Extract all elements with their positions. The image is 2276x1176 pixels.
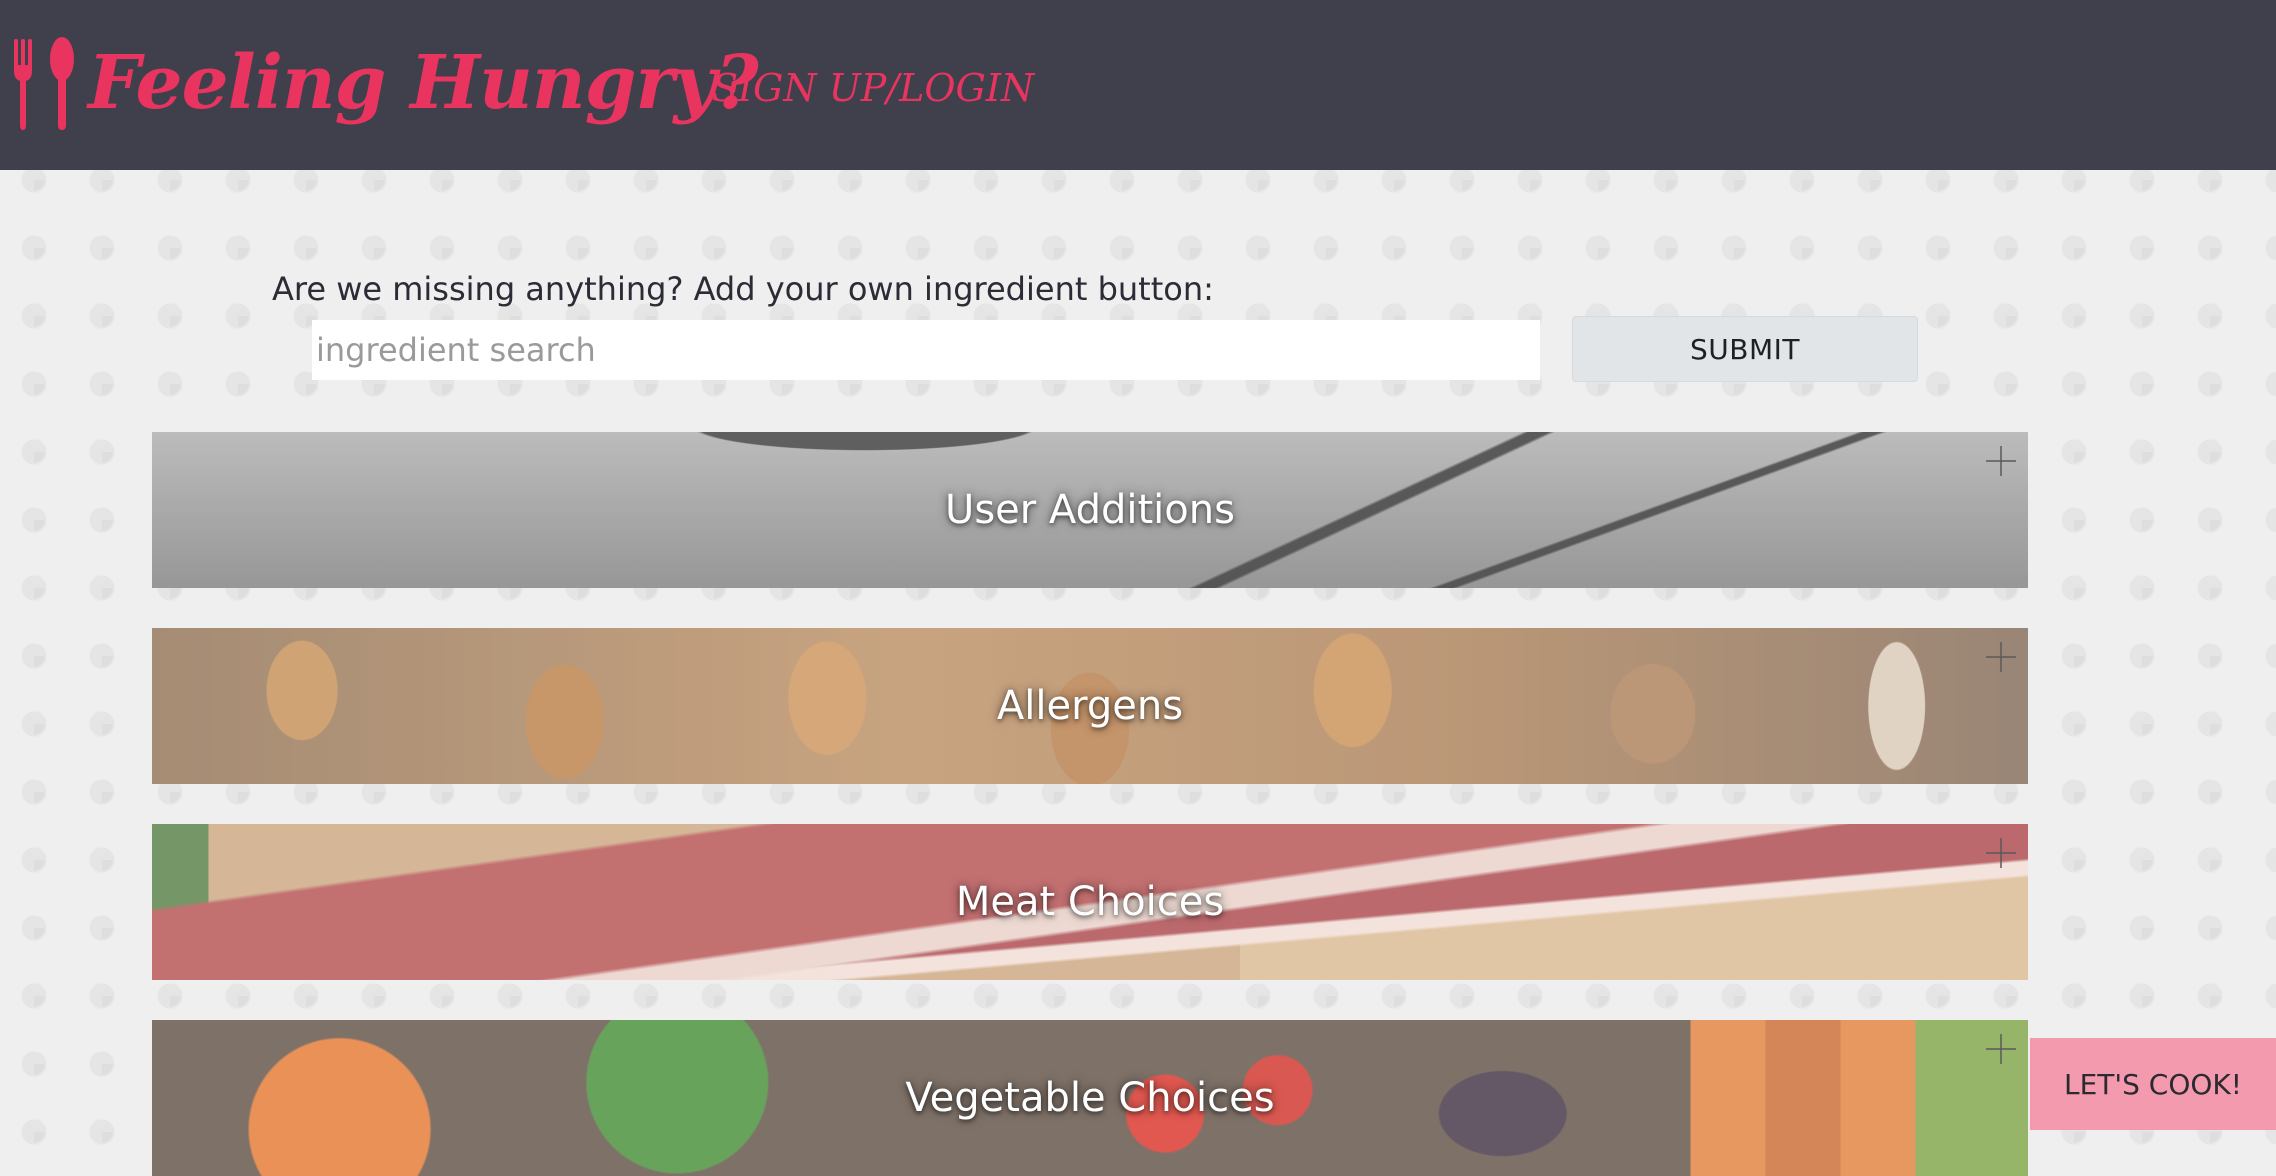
category-label: Allergens — [996, 683, 1184, 729]
category-user-additions[interactable]: User Additions — [152, 432, 2028, 588]
category-label: User Additions — [945, 487, 1235, 533]
brand[interactable]: Feeling Hungry? — [10, 28, 759, 138]
category-meat-choices[interactable]: Meat Choices — [152, 824, 2028, 980]
plus-icon[interactable] — [1986, 446, 2016, 476]
top-navbar: Feeling Hungry? SIGN UP/LOGIN — [0, 0, 2276, 170]
signup-login-link[interactable]: SIGN UP/LOGIN — [712, 66, 1034, 110]
add-ingredient-prompt: Are we missing anything? Add your own in… — [272, 270, 1214, 308]
brand-title: Feeling Hungry? — [88, 40, 759, 126]
plus-icon[interactable] — [1986, 838, 2016, 868]
category-label: Vegetable Choices — [905, 1075, 1275, 1121]
plus-icon[interactable] — [1986, 642, 2016, 672]
category-vegetable-choices[interactable]: Vegetable Choices — [152, 1020, 2028, 1176]
ingredient-search-input[interactable] — [312, 320, 1540, 380]
plus-icon[interactable] — [1986, 1034, 2016, 1064]
lets-cook-button[interactable]: LET'S COOK! — [2030, 1038, 2276, 1130]
fork-spoon-icon — [14, 37, 74, 130]
category-label: Meat Choices — [955, 879, 1225, 925]
submit-button[interactable]: SUBMIT — [1572, 316, 1918, 382]
category-allergens[interactable]: Allergens — [152, 628, 2028, 784]
